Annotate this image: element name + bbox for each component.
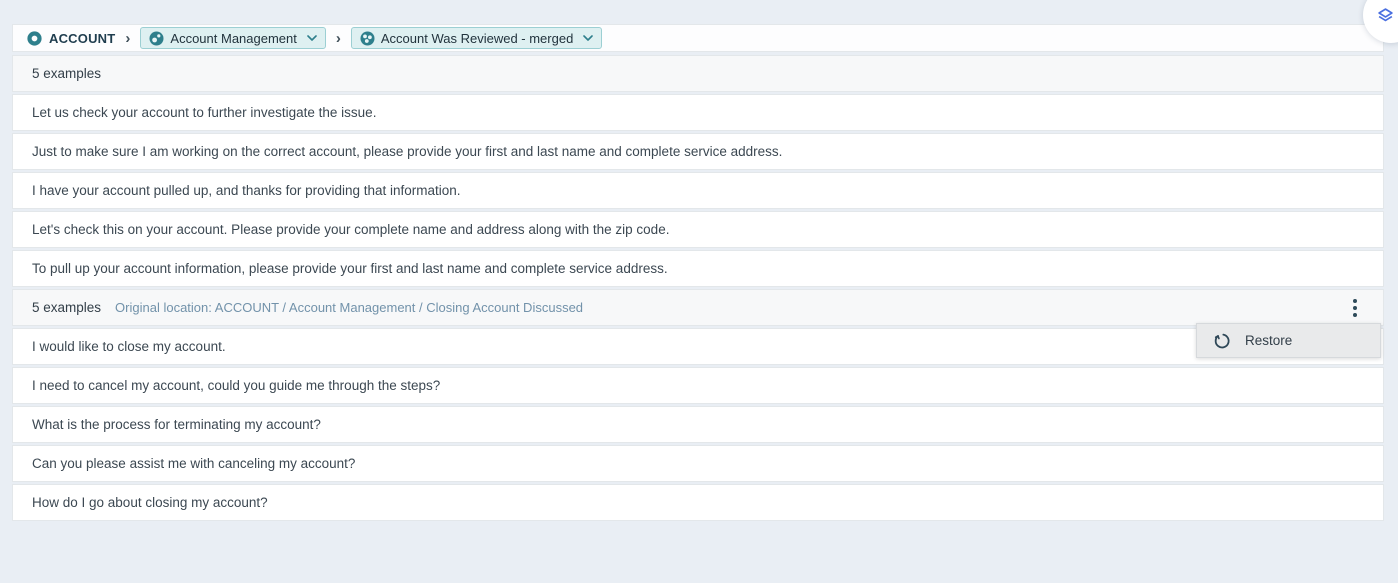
breadcrumb-level1-label: Account Management bbox=[170, 31, 296, 46]
layers-icon bbox=[1377, 7, 1394, 24]
example-text: To pull up your account information, ple… bbox=[32, 261, 668, 276]
example-row[interactable]: How do I go about closing my account? bbox=[12, 484, 1384, 521]
example-row[interactable]: What is the process for terminating my a… bbox=[12, 406, 1384, 443]
breadcrumb-separator: › bbox=[336, 31, 341, 46]
undo-icon bbox=[1213, 332, 1231, 350]
breadcrumb-item-account[interactable]: ACCOUNT bbox=[27, 31, 115, 46]
example-row[interactable]: Can you please assist me with canceling … bbox=[12, 445, 1384, 482]
example-row[interactable]: I need to cancel my account, could you g… bbox=[12, 367, 1384, 404]
example-row[interactable]: To pull up your account information, ple… bbox=[12, 250, 1384, 287]
breadcrumb-separator: › bbox=[125, 31, 130, 46]
context-menu: Restore bbox=[1196, 323, 1381, 358]
kebab-menu-button[interactable] bbox=[1346, 294, 1364, 322]
example-text: Can you please assist me with canceling … bbox=[32, 456, 355, 471]
example-row[interactable]: Let us check your account to further inv… bbox=[12, 94, 1384, 131]
example-text: What is the process for terminating my a… bbox=[32, 417, 321, 432]
original-location-label: Original location: ACCOUNT / Account Man… bbox=[115, 300, 583, 315]
example-row[interactable]: I have your account pulled up, and thank… bbox=[12, 172, 1384, 209]
breadcrumb-level2-label: Account Was Reviewed - merged bbox=[381, 31, 573, 46]
kebab-dot bbox=[1353, 299, 1357, 303]
examples-panel: ACCOUNT › Account Management › bbox=[12, 24, 1384, 523]
group-header-merged: 5 examples Original location: ACCOUNT / … bbox=[12, 289, 1384, 326]
example-row[interactable]: I would like to close my account. bbox=[12, 328, 1384, 365]
kebab-dot bbox=[1353, 313, 1357, 317]
example-text: Let's check this on your account. Please… bbox=[32, 222, 669, 237]
example-text: Just to make sure I am working on the co… bbox=[32, 144, 782, 159]
chevron-down-icon bbox=[307, 35, 317, 41]
example-row[interactable]: Just to make sure I am working on the co… bbox=[12, 133, 1384, 170]
breadcrumb-dropdown-account-management[interactable]: Account Management bbox=[140, 27, 325, 49]
breadcrumb-root-label: ACCOUNT bbox=[49, 31, 115, 46]
example-text: I would like to close my account. bbox=[32, 339, 226, 354]
restore-label: Restore bbox=[1245, 333, 1292, 348]
example-text: Let us check your account to further inv… bbox=[32, 105, 376, 120]
chevron-down-icon bbox=[583, 35, 593, 41]
cluster-icon bbox=[360, 31, 375, 46]
example-text: How do I go about closing my account? bbox=[32, 495, 268, 510]
example-count-label: 5 examples bbox=[32, 300, 101, 315]
breadcrumb: ACCOUNT › Account Management › bbox=[12, 24, 1384, 52]
donut-icon bbox=[27, 31, 42, 46]
example-text: I have your account pulled up, and thank… bbox=[32, 183, 461, 198]
example-row[interactable]: Let's check this on your account. Please… bbox=[12, 211, 1384, 248]
cluster-icon bbox=[149, 31, 164, 46]
restore-menu-item[interactable]: Restore bbox=[1197, 324, 1380, 357]
example-text: I need to cancel my account, could you g… bbox=[32, 378, 440, 393]
kebab-dot bbox=[1353, 306, 1357, 310]
group-header: 5 examples bbox=[12, 55, 1384, 92]
breadcrumb-dropdown-account-was-reviewed[interactable]: Account Was Reviewed - merged bbox=[351, 27, 602, 49]
example-count-label: 5 examples bbox=[32, 66, 101, 81]
